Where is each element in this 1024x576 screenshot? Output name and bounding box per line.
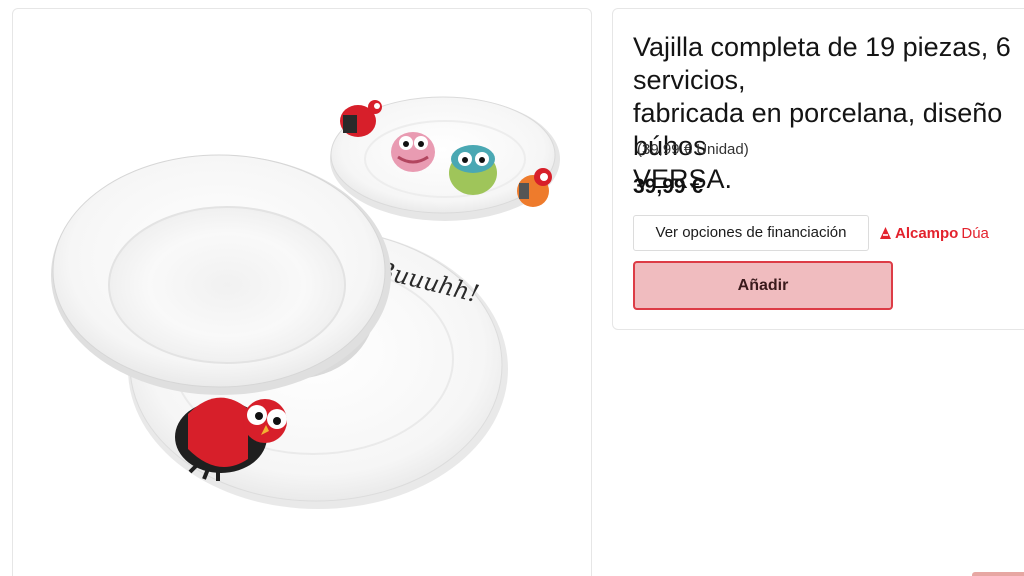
unit-price: (39,99 € Unidad) [637,141,749,158]
brand-sub: Dúa [961,224,989,242]
add-to-cart-button[interactable]: Añadir [633,261,893,310]
product-image-card[interactable]: Buuuhh! [12,8,592,576]
brand-name: Alcampo [895,224,959,242]
product-page: Buuuhh! Vajilla completa de 19 piezas, 6… [0,0,1024,576]
alcampo-dua-brand[interactable]: Alcampo Dúa [879,222,989,244]
price: 39,99 € [633,175,704,198]
side-plate [330,96,560,221]
corner-widget[interactable] [972,572,1024,576]
product-image: Buuuhh! [51,96,560,509]
product-info-card: Vajilla completa de 19 piezas, 6 servici… [612,8,1024,330]
alcampo-logo-icon [880,227,891,239]
product-title: Vajilla completa de 19 piezas, 6 servici… [633,32,1011,194]
soup-bowl [51,154,391,395]
financing-options-button[interactable]: Ver opciones de financiación [633,215,869,251]
